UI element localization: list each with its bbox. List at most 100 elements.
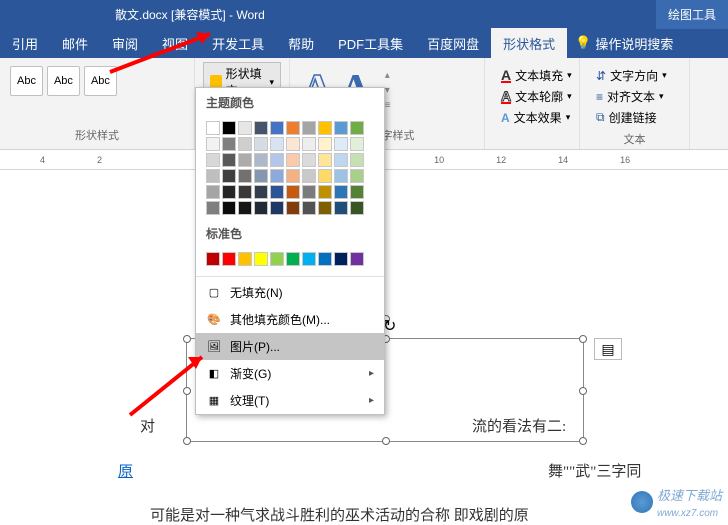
color-swatch[interactable]	[254, 137, 268, 151]
color-swatch[interactable]	[222, 137, 236, 151]
text-effects-button[interactable]: A文本效果▾	[497, 108, 567, 127]
create-link-button[interactable]: ⧉创建链接	[592, 108, 677, 127]
color-swatch[interactable]	[238, 137, 252, 151]
color-swatch[interactable]	[318, 137, 332, 151]
resize-handle-sw[interactable]	[183, 437, 191, 445]
color-swatch[interactable]	[286, 201, 300, 215]
color-swatch[interactable]	[286, 137, 300, 151]
resize-handle-nw[interactable]	[183, 335, 191, 343]
color-swatch[interactable]	[238, 252, 252, 266]
color-swatch[interactable]	[302, 153, 316, 167]
color-swatch[interactable]	[318, 153, 332, 167]
color-swatch[interactable]	[254, 201, 268, 215]
color-swatch[interactable]	[318, 252, 332, 266]
text-outline-button[interactable]: A文本轮廓▾	[497, 87, 567, 106]
color-swatch[interactable]	[350, 169, 364, 183]
color-swatch[interactable]	[286, 185, 300, 199]
wordart-gallery-more-icon[interactable]: ≡	[385, 100, 391, 111]
text-fill-button[interactable]: A文本填充▾	[497, 66, 567, 85]
tab-shape-format[interactable]: 形状格式	[491, 28, 567, 58]
color-swatch[interactable]	[238, 169, 252, 183]
color-swatch[interactable]	[270, 169, 284, 183]
color-swatch[interactable]	[286, 169, 300, 183]
color-swatch[interactable]	[270, 252, 284, 266]
shape-style-preset-2[interactable]: Abc	[47, 66, 80, 96]
color-swatch[interactable]	[270, 153, 284, 167]
color-swatch[interactable]	[334, 137, 348, 151]
wordart-gallery-up-icon[interactable]: ▴	[385, 70, 391, 81]
color-swatch[interactable]	[206, 121, 220, 135]
tell-me-search[interactable]: 💡 操作说明搜索	[575, 34, 673, 53]
menu-no-fill[interactable]: ▢无填充(N)	[196, 279, 384, 306]
color-swatch[interactable]	[302, 137, 316, 151]
color-swatch[interactable]	[254, 153, 268, 167]
resize-handle-ne[interactable]	[579, 335, 587, 343]
color-swatch[interactable]	[254, 252, 268, 266]
color-swatch[interactable]	[302, 169, 316, 183]
color-swatch[interactable]	[206, 153, 220, 167]
color-swatch[interactable]	[302, 252, 316, 266]
color-swatch[interactable]	[206, 201, 220, 215]
resize-handle-se[interactable]	[579, 437, 587, 445]
color-swatch[interactable]	[206, 169, 220, 183]
menu-picture-fill[interactable]: 🖼图片(P)...	[196, 333, 384, 360]
color-swatch[interactable]	[302, 121, 316, 135]
color-swatch[interactable]	[254, 169, 268, 183]
align-text-button[interactable]: ≡对齐文本▾	[592, 87, 677, 106]
menu-texture[interactable]: ▦纹理(T)▸	[196, 387, 384, 414]
tab-baidu[interactable]: 百度网盘	[415, 28, 491, 58]
tab-help[interactable]: 帮助	[276, 28, 326, 58]
color-swatch[interactable]	[222, 201, 236, 215]
color-swatch[interactable]	[222, 185, 236, 199]
tab-mailings[interactable]: 邮件	[50, 28, 100, 58]
color-swatch[interactable]	[238, 201, 252, 215]
doc-line-2a[interactable]: 原	[118, 460, 133, 481]
color-swatch[interactable]	[222, 121, 236, 135]
shape-style-preset-1[interactable]: Abc	[10, 66, 43, 96]
color-swatch[interactable]	[318, 185, 332, 199]
menu-gradient[interactable]: ◧渐变(G)▸	[196, 360, 384, 387]
color-swatch[interactable]	[222, 153, 236, 167]
color-swatch[interactable]	[334, 153, 348, 167]
color-swatch[interactable]	[318, 201, 332, 215]
layout-options-button[interactable]: ▤	[594, 338, 622, 360]
resize-handle-e[interactable]	[579, 387, 587, 395]
color-swatch[interactable]	[318, 121, 332, 135]
color-swatch[interactable]	[254, 185, 268, 199]
color-swatch[interactable]	[350, 201, 364, 215]
color-swatch[interactable]	[222, 169, 236, 183]
color-swatch[interactable]	[270, 185, 284, 199]
color-swatch[interactable]	[350, 137, 364, 151]
color-swatch[interactable]	[318, 169, 332, 183]
color-swatch[interactable]	[334, 201, 348, 215]
text-direction-button[interactable]: ⇵文字方向▾	[592, 66, 677, 85]
color-swatch[interactable]	[350, 153, 364, 167]
color-swatch[interactable]	[238, 121, 252, 135]
color-swatch[interactable]	[350, 121, 364, 135]
color-swatch[interactable]	[286, 121, 300, 135]
color-swatch[interactable]	[206, 137, 220, 151]
color-swatch[interactable]	[222, 252, 236, 266]
color-swatch[interactable]	[270, 121, 284, 135]
color-swatch[interactable]	[238, 185, 252, 199]
color-swatch[interactable]	[206, 252, 220, 266]
tab-pdf-tools[interactable]: PDF工具集	[326, 28, 415, 58]
menu-more-colors[interactable]: 🎨其他填充颜色(M)...	[196, 306, 384, 333]
color-swatch[interactable]	[238, 153, 252, 167]
color-swatch[interactable]	[350, 252, 364, 266]
color-swatch[interactable]	[270, 201, 284, 215]
wordart-gallery-down-icon[interactable]: ▾	[385, 85, 391, 96]
color-swatch[interactable]	[270, 137, 284, 151]
resize-handle-s[interactable]	[382, 437, 390, 445]
color-swatch[interactable]	[334, 252, 348, 266]
color-swatch[interactable]	[334, 169, 348, 183]
color-swatch[interactable]	[302, 185, 316, 199]
tab-references[interactable]: 引用	[0, 28, 50, 58]
color-swatch[interactable]	[302, 201, 316, 215]
color-swatch[interactable]	[286, 252, 300, 266]
color-swatch[interactable]	[254, 121, 268, 135]
color-swatch[interactable]	[334, 121, 348, 135]
color-swatch[interactable]	[286, 153, 300, 167]
color-swatch[interactable]	[334, 185, 348, 199]
color-swatch[interactable]	[206, 185, 220, 199]
